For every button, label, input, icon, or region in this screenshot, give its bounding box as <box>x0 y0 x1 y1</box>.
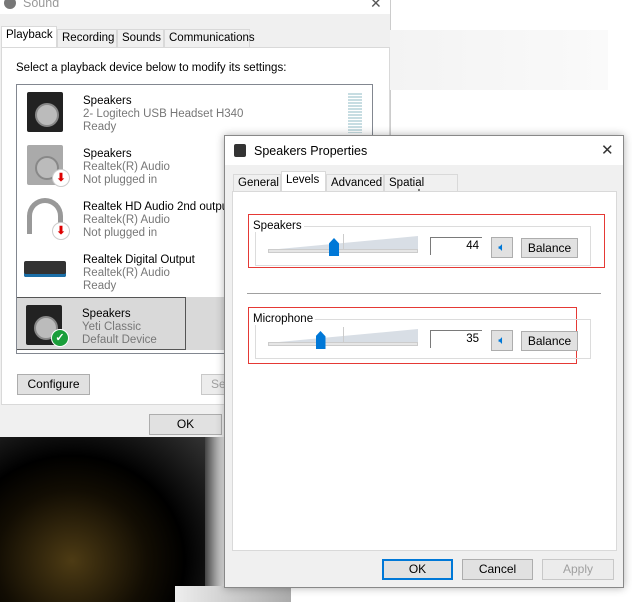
tab-label: Playback <box>6 29 53 41</box>
device-name: Speakers <box>83 95 132 107</box>
level-label: Speakers <box>251 220 304 232</box>
tab-label: Recording <box>62 32 115 44</box>
device-status: Ready <box>83 121 117 133</box>
unplugged-icon: ⬇ <box>52 169 70 187</box>
blurred-edge <box>205 437 225 602</box>
speakers-properties-dialog: Speakers Properties ✕ General Levels Adv… <box>224 135 624 588</box>
unplugged-icon: ⬇ <box>52 222 70 240</box>
device-name: Realtek HD Audio 2nd output <box>83 201 232 213</box>
device-status: Default Device <box>82 334 157 346</box>
balance-button[interactable]: Balance <box>521 238 578 258</box>
levels-panel: Speakers 44 🔈︎ Balance Microphone 35 🔈︎ … <box>232 191 617 551</box>
tab-communications[interactable]: Communications <box>164 29 255 47</box>
window-title: Sound <box>23 0 60 10</box>
ok-button[interactable]: OK <box>149 414 222 435</box>
slider-tick <box>343 234 344 250</box>
digital-output-icon <box>24 261 66 277</box>
slider-thumb[interactable] <box>315 331 326 349</box>
slider-tick <box>343 327 344 343</box>
tab-label: General <box>238 177 279 189</box>
tab-label: Sounds <box>122 32 162 44</box>
tab-advanced[interactable]: Advanced <box>326 174 384 192</box>
device-desc: Realtek(R) Audio <box>83 214 170 226</box>
device-desc: Realtek(R) Audio <box>83 267 170 279</box>
apply-button[interactable]: Apply <box>542 559 614 580</box>
cancel-button[interactable]: Cancel <box>462 559 533 580</box>
speaker-icon <box>234 144 246 157</box>
list-item-selected[interactable]: ✓ Speakers Yeti Classic Default Device <box>17 297 186 350</box>
window-title: Speakers Properties <box>254 144 368 158</box>
separator <box>247 293 601 294</box>
default-check-icon: ✓ <box>51 329 69 347</box>
tab-spatial-sound[interactable]: Spatial sound <box>384 174 458 201</box>
volume-slider[interactable] <box>268 234 418 256</box>
device-status: Ready <box>83 280 117 292</box>
device-name: Speakers <box>82 308 131 320</box>
close-icon[interactable]: ✕ <box>601 141 614 159</box>
tab-recording[interactable]: Recording <box>57 29 117 47</box>
device-desc: 2- Logitech USB Headset H340 <box>83 108 244 120</box>
blurred-bar <box>175 586 291 602</box>
device-desc: Realtek(R) Audio <box>83 161 170 173</box>
speaker-mute-icon[interactable]: 🔈︎ <box>491 237 513 258</box>
tab-label: Levels <box>286 174 320 186</box>
level-value[interactable]: 35 <box>430 330 482 348</box>
level-label: Microphone <box>251 313 316 325</box>
device-name: Speakers <box>83 148 132 160</box>
speaker-mute-icon[interactable]: 🔈︎ <box>491 330 513 351</box>
title-bar: Sound ✕ <box>0 0 390 14</box>
close-icon[interactable]: ✕ <box>370 0 382 12</box>
tab-general[interactable]: General <box>233 174 281 192</box>
balance-button[interactable]: Balance <box>521 331 578 351</box>
tab-label: Communications <box>169 32 255 44</box>
configure-button[interactable]: Configure <box>17 374 90 395</box>
ok-button[interactable]: OK <box>382 559 453 580</box>
instruction-text: Select a playback device below to modify… <box>16 62 287 74</box>
device-status: Not plugged in <box>83 227 158 239</box>
tab-sounds[interactable]: Sounds <box>117 29 164 47</box>
level-value[interactable]: 44 <box>430 237 482 255</box>
tab-levels[interactable]: Levels <box>281 171 326 192</box>
speaker-icon <box>27 92 63 132</box>
device-status: Not plugged in <box>83 174 158 186</box>
device-desc: Yeti Classic <box>82 321 142 333</box>
tab-label: Advanced <box>331 177 383 189</box>
list-item[interactable]: Speakers 2- Logitech USB Headset H340 Re… <box>18 85 372 138</box>
slider-thumb[interactable] <box>329 238 339 256</box>
level-meter <box>348 93 362 133</box>
tab-playback[interactable]: Playback <box>1 26 57 47</box>
volume-slider[interactable] <box>268 327 418 349</box>
blurred-image <box>0 437 205 602</box>
device-name: Realtek Digital Output <box>83 254 195 266</box>
sound-icon <box>4 0 16 9</box>
blurred-region <box>390 30 608 90</box>
title-bar: Speakers Properties ✕ <box>225 136 623 165</box>
